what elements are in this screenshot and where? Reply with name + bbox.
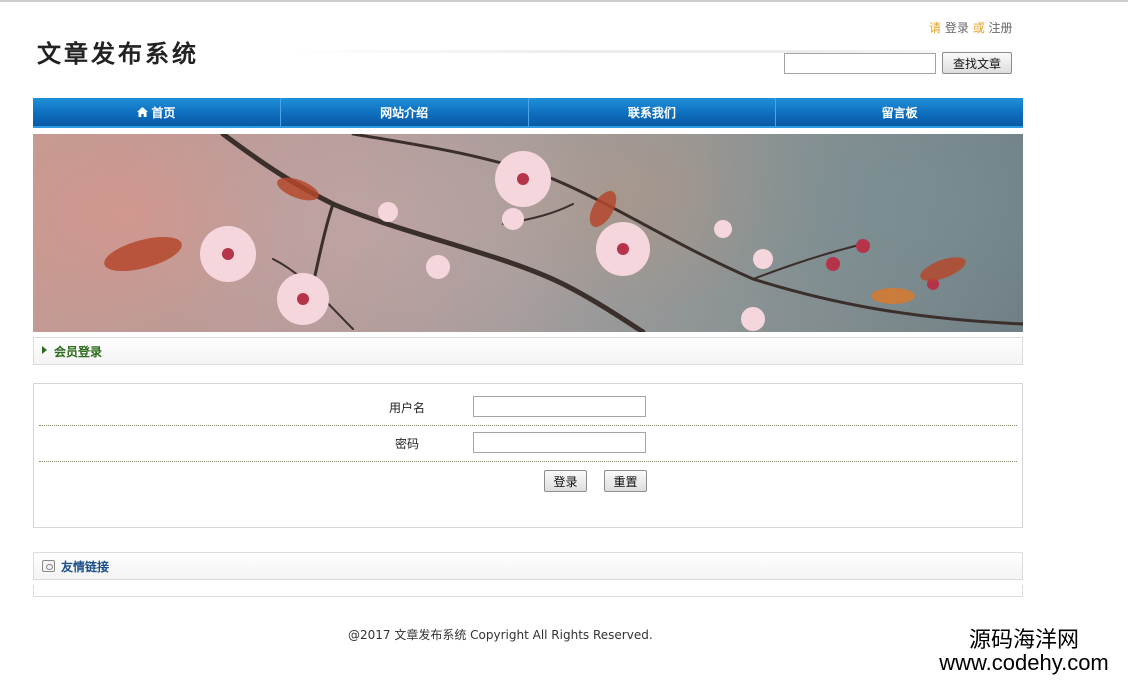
banner-image [33, 134, 1023, 332]
site-title: 文章发布系统 [37, 39, 199, 68]
nav-item-label: 联系我们 [627, 105, 676, 120]
friend-links-title: 友情链接 [61, 559, 110, 574]
auth-prefix: 请 [929, 21, 942, 35]
member-login-title: 会员登录 [54, 344, 103, 359]
auth-or: 或 [972, 21, 985, 35]
nav-item-label: 网站介绍 [380, 105, 429, 120]
watermark-url: www.codehy.com [939, 650, 1109, 676]
watermark: 源码海洋网 www.codehy.com [922, 628, 1126, 674]
auth-links: 请 登录 或 注册 [929, 19, 1013, 36]
search-button[interactable]: 查找文章 [942, 52, 1012, 74]
password-row: 密码 [39, 426, 1017, 462]
login-link[interactable]: 登录 [945, 21, 969, 35]
nav-item-about[interactable]: 网站介绍 [281, 98, 529, 126]
register-link[interactable]: 注册 [989, 21, 1013, 35]
nav-item-label: 首页 [151, 105, 176, 120]
username-label: 用户名 [388, 401, 425, 415]
home-icon [137, 107, 149, 117]
nav-item-label: 留言板 [881, 105, 918, 120]
link-icon [42, 560, 55, 572]
password-label: 密码 [394, 437, 419, 451]
plum-blossom-illustration [104, 134, 1023, 332]
nav-item-guestbook[interactable]: 留言板 [776, 98, 1023, 126]
username-input[interactable] [473, 396, 646, 417]
search-input[interactable] [784, 53, 936, 74]
caret-right-icon [42, 346, 47, 354]
login-button[interactable]: 登录 [544, 470, 587, 492]
password-input[interactable] [473, 432, 646, 453]
username-row: 用户名 [39, 390, 1017, 426]
nav-item-contact[interactable]: 联系我们 [529, 98, 777, 126]
login-form: 用户名 密码 登录 重置 [33, 383, 1023, 528]
friend-links-body [33, 585, 1023, 597]
footer-copyright: @2017 文章发布系统 Copyright All Rights Reserv… [348, 628, 653, 642]
main-nav: 首页 网站介绍 联系我们 留言板 [33, 98, 1023, 128]
friend-links-header: 友情链接 [33, 552, 1023, 580]
reset-button[interactable]: 重置 [604, 470, 647, 492]
member-login-header: 会员登录 [33, 337, 1023, 365]
nav-item-home[interactable]: 首页 [33, 98, 281, 126]
watermark-title: 源码海洋网 [968, 627, 1079, 652]
top-border [0, 0, 1128, 2]
